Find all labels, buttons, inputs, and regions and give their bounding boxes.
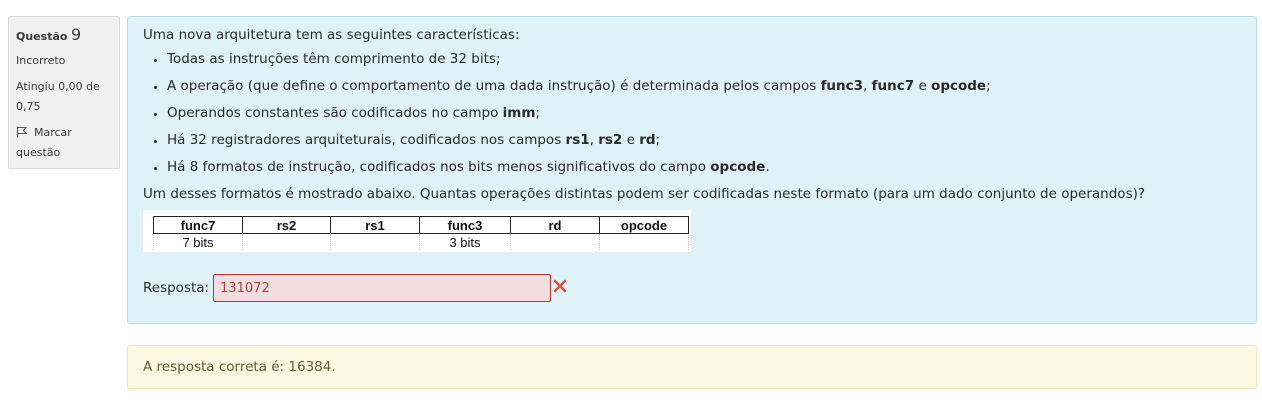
flag-label-1: Marcar (34, 126, 72, 139)
correct-answer-text: A resposta correta é: 16384. (143, 359, 336, 375)
feature-keyword: func7 (871, 78, 915, 94)
feature-text: ; (655, 132, 661, 148)
format-bits-cell: 7 bits (153, 233, 243, 250)
feature-keyword: rd (639, 132, 656, 148)
feature-keyword: func3 (820, 78, 864, 94)
question-info-panel: Questão 9 Incorreto Atingiu 0,00 de 0,75… (8, 16, 120, 169)
answer-row: Resposta: (143, 274, 1241, 302)
feature-text: Todas as instruções têm comprimento de 3… (167, 51, 501, 67)
format-bits-cell (330, 233, 420, 250)
question-grade: Atingiu 0,00 de 0,75 (16, 77, 112, 117)
feature-text: A operação (que define o comportamento d… (167, 78, 821, 94)
format-bits-cell (510, 233, 600, 250)
feature-text: , (589, 132, 599, 148)
format-bits-cell (599, 233, 689, 250)
feature-text: ; (535, 105, 540, 121)
feature-keyword: opcode (710, 159, 766, 175)
flag-label-2: questão (16, 146, 61, 159)
format-header-cell: rd (510, 216, 600, 234)
question-label: Questão (16, 30, 68, 43)
feature-keyword: rs2 (598, 132, 623, 148)
question-prompt: Um desses formatos é mostrado abaixo. Qu… (143, 186, 1146, 202)
answer-input[interactable] (213, 274, 552, 302)
question-formulation: Uma nova arquitetura tem as seguintes ca… (127, 16, 1257, 324)
feature-text: Há 32 registradores arquiteturais, codif… (167, 132, 566, 148)
instruction-format-image: func7 rs2 rs1 func3 rd opcode 7 bits 3 b… (143, 210, 691, 252)
format-header-cell: rs1 (330, 216, 420, 234)
feature-item: Operandos constantes são codificados no … (167, 103, 1241, 123)
question-intro: Uma nova arquitetura tem as seguintes ca… (143, 27, 520, 43)
format-bits-cell: 3 bits (419, 233, 511, 250)
format-bits-cell (242, 233, 331, 250)
grade-line-1: Atingiu 0,00 de (16, 80, 100, 93)
correct-answer-feedback: A resposta correta é: 16384. (127, 345, 1257, 389)
format-header-cell: rs2 (242, 216, 331, 234)
grade-line-2: 0,75 (16, 100, 41, 113)
question-number-value: 9 (70, 25, 82, 44)
format-bits-row: 7 bits 3 bits (153, 233, 689, 250)
feature-keyword: imm (502, 105, 536, 121)
incorrect-x-icon (553, 279, 567, 297)
question-state: Incorreto (16, 54, 66, 67)
format-header-cell: func7 (153, 216, 243, 234)
feature-item: A operação (que define o comportamento d… (167, 76, 1241, 96)
feature-item: Todas as instruções têm comprimento de 3… (167, 49, 1241, 69)
flag-icon (16, 126, 34, 139)
question-number: Questão 9 (16, 25, 112, 47)
feature-text: ; (986, 78, 991, 94)
feature-text: Há 8 formatos de instrução, codificados … (167, 159, 711, 175)
feature-text: . (765, 159, 770, 175)
feature-text: e (914, 78, 932, 94)
format-header-row: func7 rs2 rs1 func3 rd opcode (153, 216, 689, 234)
feature-text: e (622, 132, 640, 148)
flag-question-button[interactable]: Marcar questão (16, 123, 112, 163)
feature-text: , (863, 78, 872, 94)
answer-label: Resposta: (143, 280, 210, 296)
format-header-cell: func3 (419, 216, 511, 234)
format-header-cell: opcode (599, 216, 689, 234)
feature-keyword: rs1 (565, 132, 590, 148)
feature-item: Há 32 registradores arquiteturais, codif… (167, 130, 1241, 150)
feature-keyword: opcode (931, 78, 987, 94)
feature-item: Há 8 formatos de instrução, codificados … (167, 157, 1241, 177)
feature-text: Operandos constantes são codificados no … (167, 105, 503, 121)
features-list: Todas as instruções têm comprimento de 3… (143, 49, 1241, 177)
instruction-format-table: func7 rs2 rs1 func3 rd opcode 7 bits 3 b… (153, 216, 689, 250)
